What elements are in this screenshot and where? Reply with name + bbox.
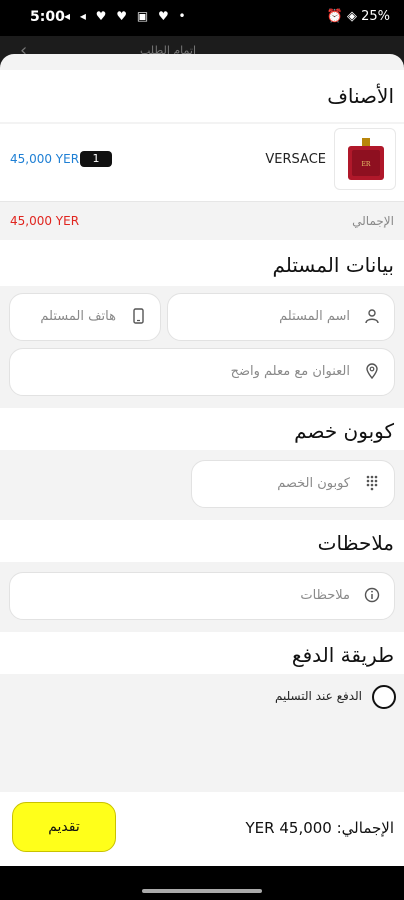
checkout-sheet: الأصناف ER VERSACE 1 45,000 YER الإجمالي… [0, 54, 404, 866]
system-nav-bar [0, 866, 404, 900]
coupon-field[interactable]: كوبون الخصم [191, 460, 395, 508]
user-icon [365, 309, 379, 324]
recipient-phone-field[interactable]: هاتف المستلم [9, 293, 161, 341]
payment-option-cod[interactable]: الدفع عند التسليم [196, 682, 396, 712]
notes-field[interactable]: ملاحظات [9, 572, 395, 620]
notes-placeholder: ملاحظات [300, 588, 350, 603]
perfume-bottle-icon: ER [348, 138, 384, 180]
items-total-row: الإجمالي 45,000 YER [0, 204, 404, 240]
recipient-name-field[interactable]: اسم المستلم [167, 293, 395, 341]
product-price: 45,000 YER [10, 152, 80, 166]
status-right: ⏰ ◈ 25% [326, 9, 390, 24]
cart-item-row: ER VERSACE 1 45,000 YER [0, 124, 404, 202]
recipient-name-placeholder: اسم المستلم [279, 309, 350, 324]
product-image: ER [334, 128, 396, 190]
phone-icon [133, 308, 144, 324]
dial-pad-icon [366, 475, 378, 491]
location-pin-icon [366, 363, 378, 379]
recipient-address-field[interactable]: العنوان مع معلم واضح [9, 348, 395, 396]
radio-button[interactable] [372, 685, 396, 709]
payment-option-label: الدفع عند التسليم [274, 689, 362, 703]
submit-button-label: تقديم [48, 819, 80, 835]
recipient-address-placeholder: العنوان مع معلم واضح [230, 364, 350, 379]
home-indicator[interactable] [142, 889, 262, 893]
svg-text:ER: ER [362, 161, 371, 168]
coupon-placeholder: كوبون الخصم [277, 476, 350, 491]
info-icon [364, 587, 380, 603]
items-title: الأصناف [327, 84, 394, 108]
quantity-badge: 1 [80, 151, 112, 167]
payment-title: طريقة الدفع [291, 643, 394, 667]
items-total-label: الإجمالي [352, 214, 394, 228]
submit-button[interactable]: تقديم [12, 802, 116, 852]
status-time: 5:00 [30, 9, 65, 25]
notes-title: ملاحظات [317, 531, 394, 555]
recipient-title: بيانات المستلم [272, 253, 394, 277]
coupon-title: كوبون خصم [294, 419, 394, 443]
footer-total: الإجمالي: 45,000 YER [245, 819, 394, 837]
recipient-phone-placeholder: هاتف المستلم [40, 309, 116, 324]
status-bar: 5:00 ◂ ◂ ♥ ♥ ▣ ♥ • ⏰ ◈ 25% [0, 0, 404, 36]
items-total-value: 45,000 YER [10, 214, 80, 228]
product-name: VERSACE [265, 152, 326, 167]
notification-icons: ◂ ◂ ♥ ♥ ▣ ♥ • [64, 9, 189, 23]
checkout-footer: الإجمالي: 45,000 YER تقديم [0, 792, 404, 866]
